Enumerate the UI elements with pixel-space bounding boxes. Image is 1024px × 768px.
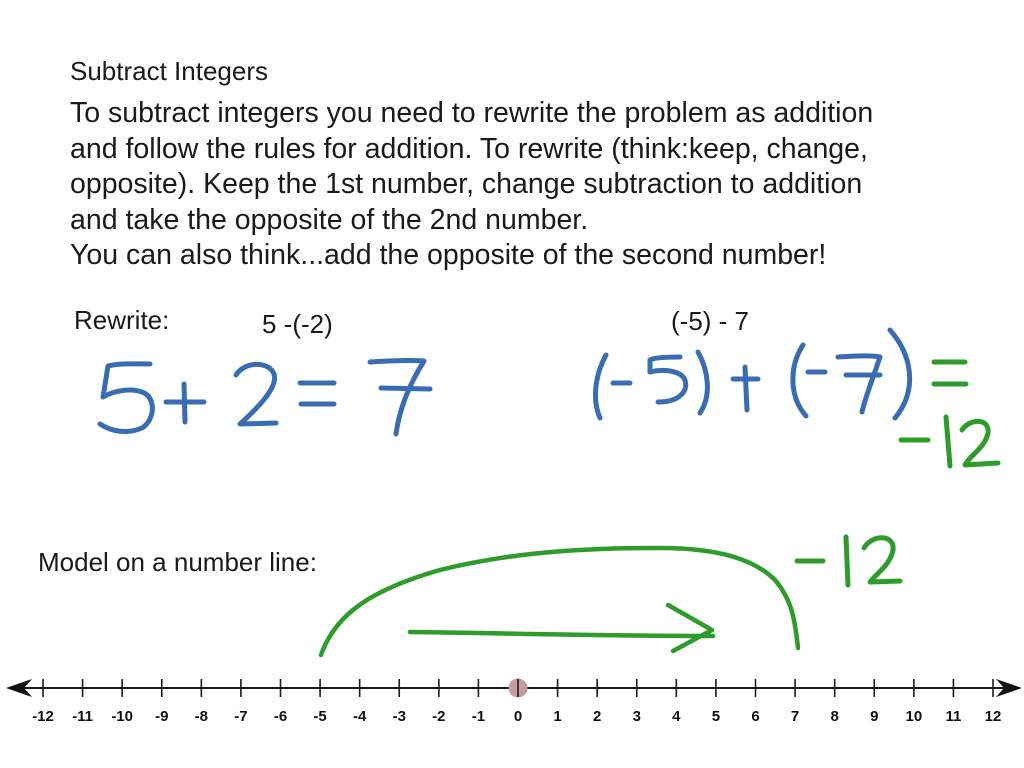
tick-label: -11 <box>72 708 93 725</box>
tick-label: 11 <box>945 708 961 725</box>
tick-label: -1 <box>472 708 485 725</box>
tick-label: -5 <box>313 708 326 725</box>
tick-label: 5 <box>712 708 720 725</box>
tick-label: -12 <box>32 708 54 725</box>
tick-label: -6 <box>274 708 287 725</box>
tick-label: 9 <box>870 708 878 725</box>
tick-label: 7 <box>791 708 799 725</box>
tick-label: -8 <box>195 708 208 725</box>
tick-label: 6 <box>751 708 759 725</box>
tick-label: -2 <box>432 708 445 725</box>
tick-label: -3 <box>393 708 406 725</box>
tick-label: 1 <box>553 708 561 725</box>
tick-label: 12 <box>985 708 1002 725</box>
tick-label: -10 <box>111 708 133 725</box>
tick-label: -4 <box>353 708 367 725</box>
tick-label: 3 <box>633 708 641 725</box>
tick-label: -9 <box>155 708 168 725</box>
tick-label: -7 <box>234 708 247 725</box>
number-line: -12 -11 -10 -9 -8 -7 -6 -5 -4 -3 -2 -1 0 1 2 3 4 5 6 7 8 9 10 1… <box>6 678 1022 725</box>
tick-label: 2 <box>593 708 601 725</box>
tick-label: 0 <box>514 708 522 725</box>
tick-label: 4 <box>672 708 681 725</box>
tick-label: 8 <box>830 708 838 725</box>
tick-label: 10 <box>905 708 922 725</box>
